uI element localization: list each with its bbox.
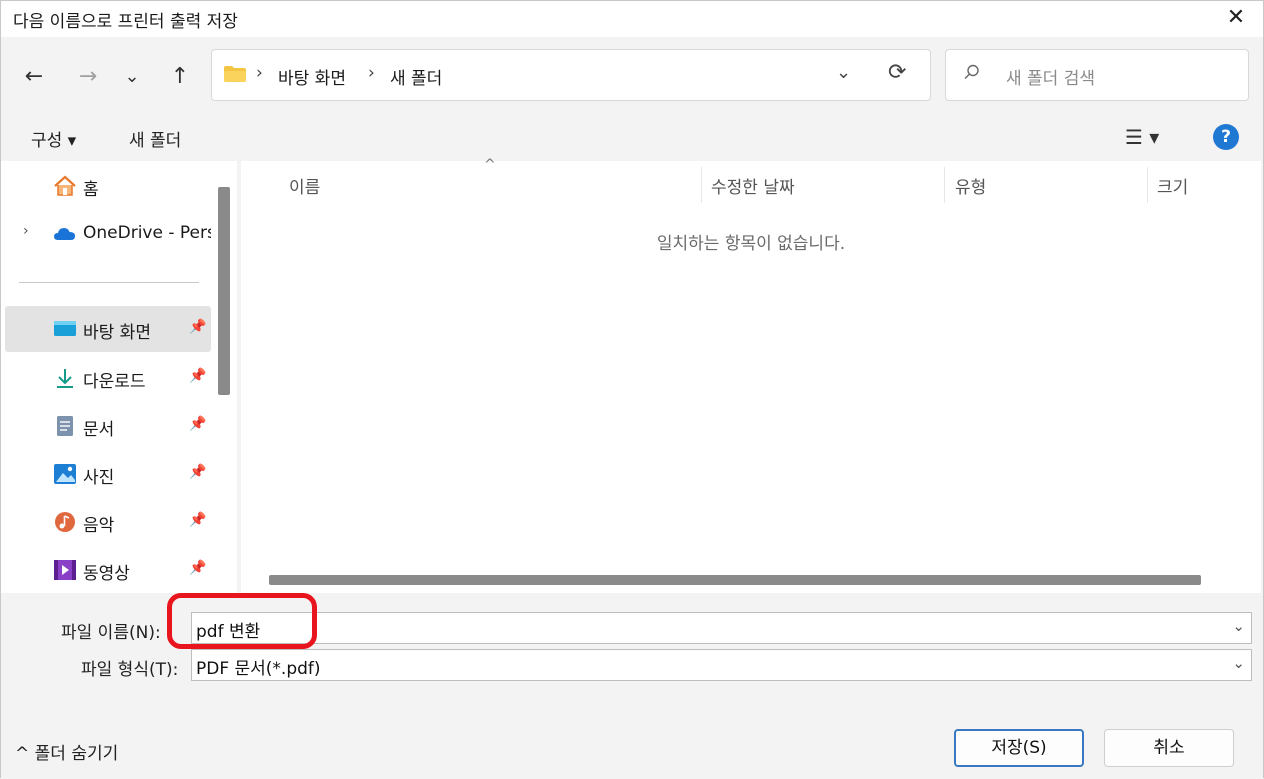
column-divider[interactable]: [1147, 167, 1148, 203]
pin-icon[interactable]: 📌: [189, 464, 206, 480]
sidebar-item-videos[interactable]: 동영상 📌: [5, 547, 211, 593]
search-icon: [964, 64, 979, 79]
help-icon[interactable]: ?: [1213, 124, 1239, 150]
breadcrumb-separator-icon: ›: [368, 63, 375, 83]
breadcrumb-separator-icon: ›: [256, 63, 263, 83]
filename-value: pdf 변환: [196, 622, 261, 642]
desktop-icon: [54, 321, 76, 336]
search-placeholder: 새 폴더 검색: [1006, 69, 1096, 89]
sidebar-item-label: 음악: [83, 516, 115, 536]
sidebar-item-label: 문서: [83, 420, 115, 440]
command-bar: 구성 ▾ 새 폴더 ☰ ▾ ?: [1, 115, 1263, 161]
sidebar-item-label: 다운로드: [83, 372, 146, 392]
column-header-size[interactable]: 크기: [1157, 173, 1188, 198]
organize-button[interactable]: 구성 ▾: [31, 126, 76, 151]
column-header-date[interactable]: 수정한 날짜: [711, 173, 795, 198]
close-icon[interactable]: ✕: [1223, 5, 1249, 31]
address-bar[interactable]: › 바탕 화면 › 새 폴더 ⌄ ⟳: [211, 49, 931, 101]
videos-icon: [54, 560, 76, 580]
column-header-name[interactable]: 이름: [289, 173, 320, 198]
empty-message: 일치하는 항목이 없습니다.: [656, 234, 846, 254]
pictures-icon: [54, 464, 76, 484]
download-icon: [57, 369, 73, 388]
cancel-button[interactable]: 취소: [1104, 729, 1234, 767]
new-folder-button[interactable]: 새 폴더: [129, 126, 181, 151]
filetype-value: PDF 문서(*.pdf): [196, 659, 321, 679]
pin-icon[interactable]: 📌: [189, 368, 206, 384]
view-options-icon[interactable]: ☰ ▾: [1125, 125, 1159, 149]
sidebar-divider: [19, 282, 199, 283]
breadcrumb-desktop[interactable]: 바탕 화면: [278, 64, 346, 89]
title-bar: 다음 이름으로 프린터 출력 저장 ✕: [1, 1, 1263, 37]
folder-icon: [224, 66, 246, 82]
music-icon: [55, 512, 75, 532]
sidebar-item-desktop[interactable]: 바탕 화면 📌: [5, 306, 211, 352]
navigation-pane: 홈 › OneDrive - Pers 바탕 화면 📌 다운로드 📌 문서 📌 …: [1, 161, 237, 593]
sidebar-item-onedrive[interactable]: › OneDrive - Pers: [5, 211, 211, 257]
filename-dropdown-icon[interactable]: ⌄: [1232, 617, 1245, 635]
filetype-label: 파일 형식(T):: [81, 660, 179, 680]
documents-icon: [57, 416, 73, 436]
filename-input[interactable]: pdf 변환 ⌄: [191, 612, 1252, 644]
search-box[interactable]: 새 폴더 검색: [945, 49, 1249, 101]
horizontal-scrollbar[interactable]: [269, 575, 1201, 585]
pin-icon[interactable]: 📌: [189, 416, 206, 432]
address-dropdown-icon[interactable]: ⌄: [836, 62, 851, 83]
pin-icon[interactable]: 📌: [189, 560, 206, 576]
sidebar-item-music[interactable]: 음악 📌: [5, 499, 211, 545]
onedrive-icon: [54, 228, 75, 240]
window-title: 다음 이름으로 프린터 출력 저장: [13, 12, 238, 32]
save-dialog: 다음 이름으로 프린터 출력 저장 ✕ ← → ⌄ ↑ › 바탕 화면 › 새 …: [0, 0, 1264, 779]
home-icon: [54, 175, 76, 196]
expand-chevron-icon[interactable]: ›: [23, 223, 29, 239]
sidebar-item-label: 사진: [83, 468, 115, 488]
sidebar-item-label: 홈: [83, 180, 99, 200]
sidebar-scrollbar[interactable]: [218, 187, 230, 395]
up-arrow-icon[interactable]: ↑: [165, 63, 195, 91]
column-header-type[interactable]: 유형: [955, 173, 986, 198]
pin-icon[interactable]: 📌: [189, 319, 206, 335]
sidebar-item-documents[interactable]: 문서 📌: [5, 403, 211, 449]
sidebar-item-label: OneDrive - Pers: [83, 223, 211, 243]
file-list: ^ 이름 수정한 날짜 유형 크기 일치하는 항목이 없습니다.: [241, 157, 1261, 593]
filetype-dropdown-icon[interactable]: ⌄: [1232, 654, 1245, 672]
breadcrumb-new-folder[interactable]: 새 폴더: [390, 64, 442, 89]
sidebar-item-downloads[interactable]: 다운로드 📌: [5, 355, 211, 401]
sidebar-item-label: 동영상: [83, 564, 130, 584]
navigation-bar: ← → ⌄ ↑ › 바탕 화면 › 새 폴더 ⌄ ⟳ 새 폴더 검색: [1, 37, 1263, 115]
save-form: 파일 이름(N): pdf 변환 ⌄ 파일 형식(T): PDF 문서(*.pd…: [1, 593, 1263, 779]
save-button[interactable]: 저장(S): [954, 729, 1084, 767]
sidebar-item-label: 바탕 화면: [83, 323, 151, 343]
filetype-select[interactable]: PDF 문서(*.pdf) ⌄: [191, 649, 1252, 681]
column-divider[interactable]: [944, 167, 945, 203]
filename-label: 파일 이름(N):: [61, 623, 161, 643]
sidebar-item-home[interactable]: 홈: [5, 163, 211, 209]
forward-arrow-icon[interactable]: →: [73, 63, 103, 91]
recent-locations-chevron-icon[interactable]: ⌄: [117, 63, 147, 91]
back-arrow-icon[interactable]: ←: [19, 63, 49, 91]
refresh-icon[interactable]: ⟳: [888, 60, 906, 85]
column-divider[interactable]: [701, 167, 702, 203]
sort-ascending-icon: ^: [484, 157, 496, 173]
hide-folders-toggle[interactable]: ^ 폴더 숨기기: [15, 739, 118, 764]
pin-icon[interactable]: 📌: [189, 512, 206, 528]
sidebar-item-pictures[interactable]: 사진 📌: [5, 451, 211, 497]
